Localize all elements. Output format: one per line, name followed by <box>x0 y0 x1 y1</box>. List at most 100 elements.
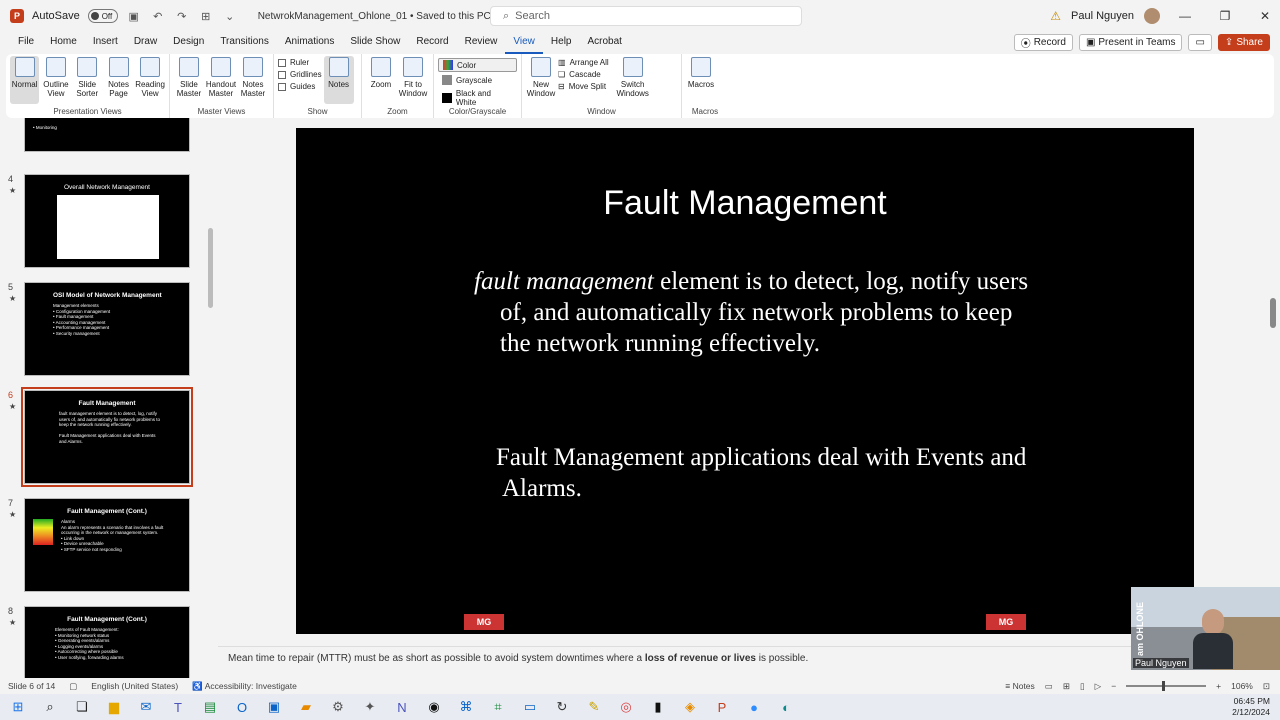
system-clock[interactable]: 06:45 PM 2/12/2024 <box>1232 696 1270 718</box>
notes-pane[interactable]: Mean time to repair (MTTR) must be as sh… <box>218 646 1280 670</box>
normal-view-button[interactable]: Normal <box>10 56 40 104</box>
slide-thumbnail-5[interactable]: OSI Model of Network Management Manageme… <box>24 282 190 376</box>
task-view-icon[interactable]: ❏ <box>72 697 92 717</box>
search-icon[interactable]: ⌕ <box>40 697 60 717</box>
zoom-out-icon[interactable]: − <box>1111 681 1116 691</box>
reading-view-button[interactable]: Reading View <box>135 56 165 104</box>
document-title[interactable]: NetwrokManagement_Ohlone_01 • Saved to t… <box>258 11 491 22</box>
grayscale-button[interactable]: Grayscale <box>438 74 517 86</box>
slide-thumbnail-3[interactable]: • Monitoring <box>24 118 190 152</box>
thumbnail-scrollbar[interactable] <box>206 118 214 678</box>
tab-home[interactable]: Home <box>42 32 85 54</box>
zoom-in-icon[interactable]: + <box>1216 681 1221 691</box>
tab-file[interactable]: File <box>10 32 42 54</box>
present-in-teams-button[interactable]: ▣ Present in Teams <box>1078 34 1183 51</box>
undo-icon[interactable]: ↶ <box>150 8 166 24</box>
tab-design[interactable]: Design <box>165 32 212 54</box>
terminal-icon[interactable]: ▤ <box>200 697 220 717</box>
present-icon[interactable]: ⊞ <box>198 8 214 24</box>
slide-canvas[interactable]: Fault Management fault management elemen… <box>296 128 1194 634</box>
cmd-icon[interactable]: ▮ <box>648 697 668 717</box>
notes-toggle-button[interactable]: Notes <box>323 56 354 104</box>
file-explorer-icon[interactable]: ▆ <box>104 697 124 717</box>
autosave-toggle[interactable]: Off <box>87 9 118 23</box>
macros-button[interactable]: Macros <box>686 56 716 104</box>
tab-acrobat[interactable]: Acrobat <box>579 32 629 54</box>
slide-master-button[interactable]: Slide Master <box>174 56 204 104</box>
powerpoint-taskbar-icon[interactable]: P <box>712 697 732 717</box>
notepad-icon[interactable]: ✎ <box>584 697 604 717</box>
notes-page-button[interactable]: Notes Page <box>104 56 133 104</box>
avatar[interactable] <box>1144 8 1160 24</box>
zoom-app-icon[interactable]: ● <box>744 697 764 717</box>
tab-insert[interactable]: Insert <box>85 32 126 54</box>
gridlines-checkbox[interactable]: Gridlines <box>278 70 322 79</box>
tab-transitions[interactable]: Transitions <box>212 32 277 54</box>
tab-draw[interactable]: Draw <box>126 32 165 54</box>
redo-icon[interactable]: ↷ <box>174 8 190 24</box>
slide-paragraph-1[interactable]: fault management element is to detect, l… <box>474 266 1044 359</box>
tab-animations[interactable]: Animations <box>277 32 342 54</box>
teams-icon[interactable]: T <box>168 697 188 717</box>
slide-thumbnail-7[interactable]: Fault Management (Cont.) Alarms An alarm… <box>24 498 190 592</box>
save-icon[interactable]: ▣ <box>126 8 142 24</box>
edge-icon[interactable]: ◐ <box>776 697 796 717</box>
move-split-button[interactable]: ⊟ Move Split <box>558 82 609 91</box>
code-icon[interactable]: ⌘ <box>456 697 476 717</box>
normal-view-icon[interactable]: ▭ <box>1045 681 1053 692</box>
user-name[interactable]: Paul Nguyen <box>1071 10 1134 22</box>
tab-help[interactable]: Help <box>543 32 580 54</box>
sublime-icon[interactable]: ◈ <box>680 697 700 717</box>
tab-view[interactable]: View <box>505 32 543 54</box>
switch-windows-button[interactable]: Switch Windows <box>611 56 655 104</box>
slide-paragraph-2[interactable]: Fault Management applications deal with … <box>496 442 1036 504</box>
color-button[interactable]: Color <box>438 58 517 72</box>
notes-master-button[interactable]: Notes Master <box>238 56 268 104</box>
app-icon[interactable]: ◉ <box>424 697 444 717</box>
folder-icon[interactable]: ▰ <box>296 697 316 717</box>
remote-icon[interactable]: ▭ <box>520 697 540 717</box>
network-icon[interactable]: ⚙ <box>328 697 348 717</box>
slide-thumbnail-4[interactable]: Overall Network Management <box>24 174 190 268</box>
vscode-icon[interactable]: ⌗ <box>488 697 508 717</box>
tool-icon[interactable]: ✦ <box>360 697 380 717</box>
share-button[interactable]: ⇪ Share <box>1217 34 1270 51</box>
zoom-slider[interactable] <box>1126 681 1207 691</box>
arrange-all-button[interactable]: ▥ Arrange All <box>558 58 609 67</box>
zoom-button[interactable]: Zoom <box>366 56 396 104</box>
mail-icon[interactable]: ✉ <box>136 697 156 717</box>
search-box[interactable]: ⌕ Search <box>490 6 802 26</box>
spellcheck-icon[interactable]: ▢ <box>69 681 77 692</box>
zoom-level[interactable]: 106% <box>1231 681 1253 691</box>
close-icon[interactable]: ✕ <box>1250 9 1280 23</box>
fit-to-window-button[interactable]: Fit to Window <box>398 56 428 104</box>
maximize-icon[interactable]: ❐ <box>1210 9 1240 23</box>
notes-status-button[interactable]: ≡ Notes <box>1005 681 1035 691</box>
warning-icon[interactable]: ⚠ <box>1050 9 1061 23</box>
store-icon[interactable]: ▣ <box>264 697 284 717</box>
slide-title[interactable]: Fault Management <box>296 184 1194 223</box>
chrome-icon[interactable]: ◎ <box>616 697 636 717</box>
slide-thumbnail-6[interactable]: Fault Management fault management elemen… <box>21 387 193 487</box>
handout-master-button[interactable]: Handout Master <box>206 56 236 104</box>
cascade-button[interactable]: ❏ Cascade <box>558 70 609 79</box>
slide-sorter-button[interactable]: Slide Sorter <box>73 56 102 104</box>
slide-thumbnail-8[interactable]: Fault Management (Cont.) Elements of Fau… <box>24 606 190 678</box>
accessibility-status[interactable]: ♿ Accessibility: Investigate <box>192 681 297 692</box>
fit-slide-icon[interactable]: ⊡ <box>1263 681 1270 692</box>
tab-slide-show[interactable]: Slide Show <box>342 32 408 54</box>
tab-review[interactable]: Review <box>457 32 506 54</box>
outline-view-button[interactable]: Outline View <box>41 56 70 104</box>
onenote-icon[interactable]: N <box>392 697 412 717</box>
customize-chevron-icon[interactable]: ⌄ <box>222 8 238 24</box>
new-window-button[interactable]: New Window <box>526 56 556 104</box>
outlook-icon[interactable]: O <box>232 697 252 717</box>
sync-icon[interactable]: ↻ <box>552 697 572 717</box>
black-and-white-button[interactable]: Black and White <box>438 88 517 108</box>
reading-view-icon[interactable]: ▯ <box>1080 681 1085 692</box>
slideshow-icon[interactable]: ▷ <box>1095 681 1102 692</box>
comments-button[interactable]: ▭ <box>1188 34 1212 51</box>
ruler-checkbox[interactable]: Ruler <box>278 58 322 67</box>
slide-sorter-icon[interactable]: ⊞ <box>1063 681 1070 692</box>
language[interactable]: English (United States) <box>91 681 178 691</box>
